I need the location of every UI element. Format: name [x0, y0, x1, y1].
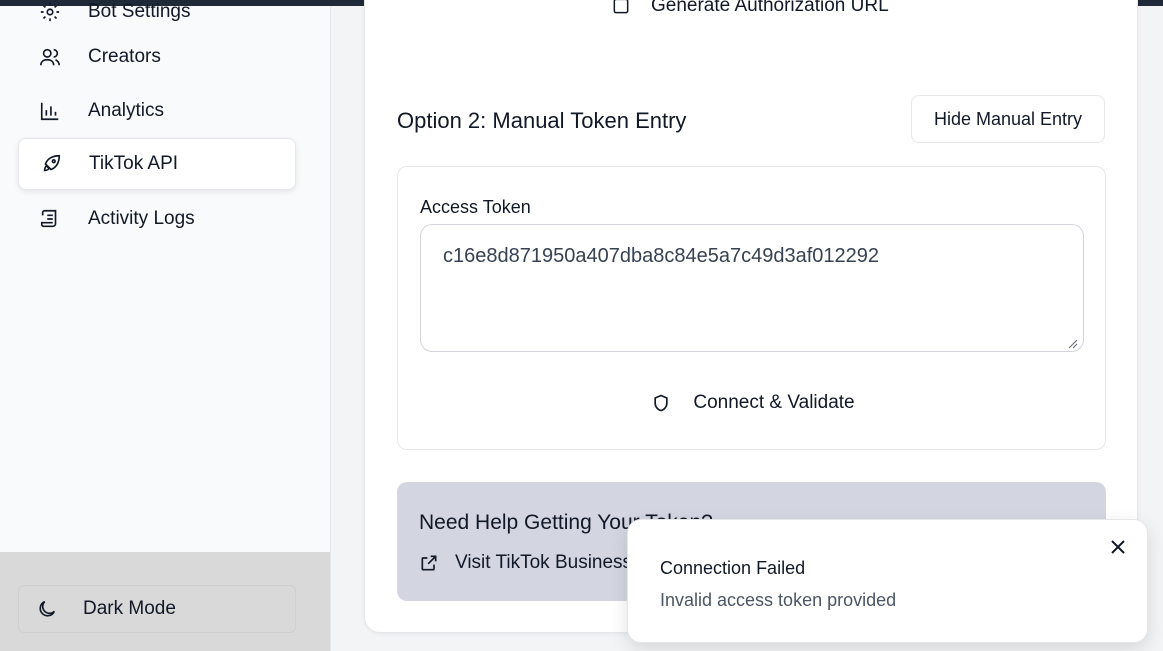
gear-icon: [38, 0, 62, 24]
access-token-label: Access Token: [420, 197, 531, 217]
resize-grip-icon[interactable]: [1068, 339, 1078, 349]
dark-mode-label: Dark Mode: [83, 598, 176, 619]
toast-title: Connection Failed: [660, 558, 806, 578]
external-link-icon: [611, 0, 631, 16]
sidebar: Bot Settings Creators Analytics TikTok A…: [0, 1, 331, 651]
section-title: Option 2: Manual Token Entry: [397, 108, 687, 133]
sidebar-item-label: Creators: [88, 46, 161, 67]
tiktok-business-link[interactable]: Visit TikTok Business: [419, 552, 632, 574]
generate-url-label: Generate Authorization URL: [651, 0, 889, 16]
error-toast: Connection Failed Invalid access token p…: [627, 519, 1148, 643]
close-icon[interactable]: [1107, 536, 1129, 558]
toast-message: Invalid access token provided: [660, 590, 897, 610]
sidebar-item-activity-logs[interactable]: Activity Logs: [18, 193, 296, 245]
access-token-input[interactable]: [420, 224, 1084, 352]
sidebar-item-tiktok-api[interactable]: TikTok API: [18, 138, 296, 190]
scroll-icon: [38, 207, 62, 231]
dark-mode-toggle[interactable]: Dark Mode: [18, 585, 296, 633]
generate-url-button[interactable]: Generate Authorization URL: [611, 0, 889, 17]
sidebar-item-analytics[interactable]: Analytics: [18, 85, 296, 137]
manual-token-panel: Access Token Connect & Validate: [397, 166, 1106, 450]
bar-chart-icon: [38, 99, 62, 123]
users-icon: [38, 45, 62, 69]
sidebar-item-label: Analytics: [88, 100, 165, 121]
connect-validate-label: Connect & Validate: [693, 392, 855, 413]
sidebar-item-label: Activity Logs: [88, 208, 195, 229]
hide-manual-entry-button[interactable]: Hide Manual Entry: [911, 95, 1105, 143]
sidebar-footer: Dark Mode: [0, 552, 330, 651]
moon-icon: [35, 597, 59, 621]
sidebar-item-creators[interactable]: Creators: [18, 31, 296, 83]
sidebar-item-label: TikTok API: [89, 153, 179, 174]
rocket-icon: [39, 152, 63, 176]
sidebar-item-label: Bot Settings: [88, 1, 191, 22]
shield-icon: [651, 393, 671, 413]
external-link-icon: [419, 553, 439, 573]
connect-validate-button[interactable]: Connect & Validate: [638, 383, 868, 423]
tiktok-business-link-label: Visit TikTok Business: [455, 552, 633, 573]
